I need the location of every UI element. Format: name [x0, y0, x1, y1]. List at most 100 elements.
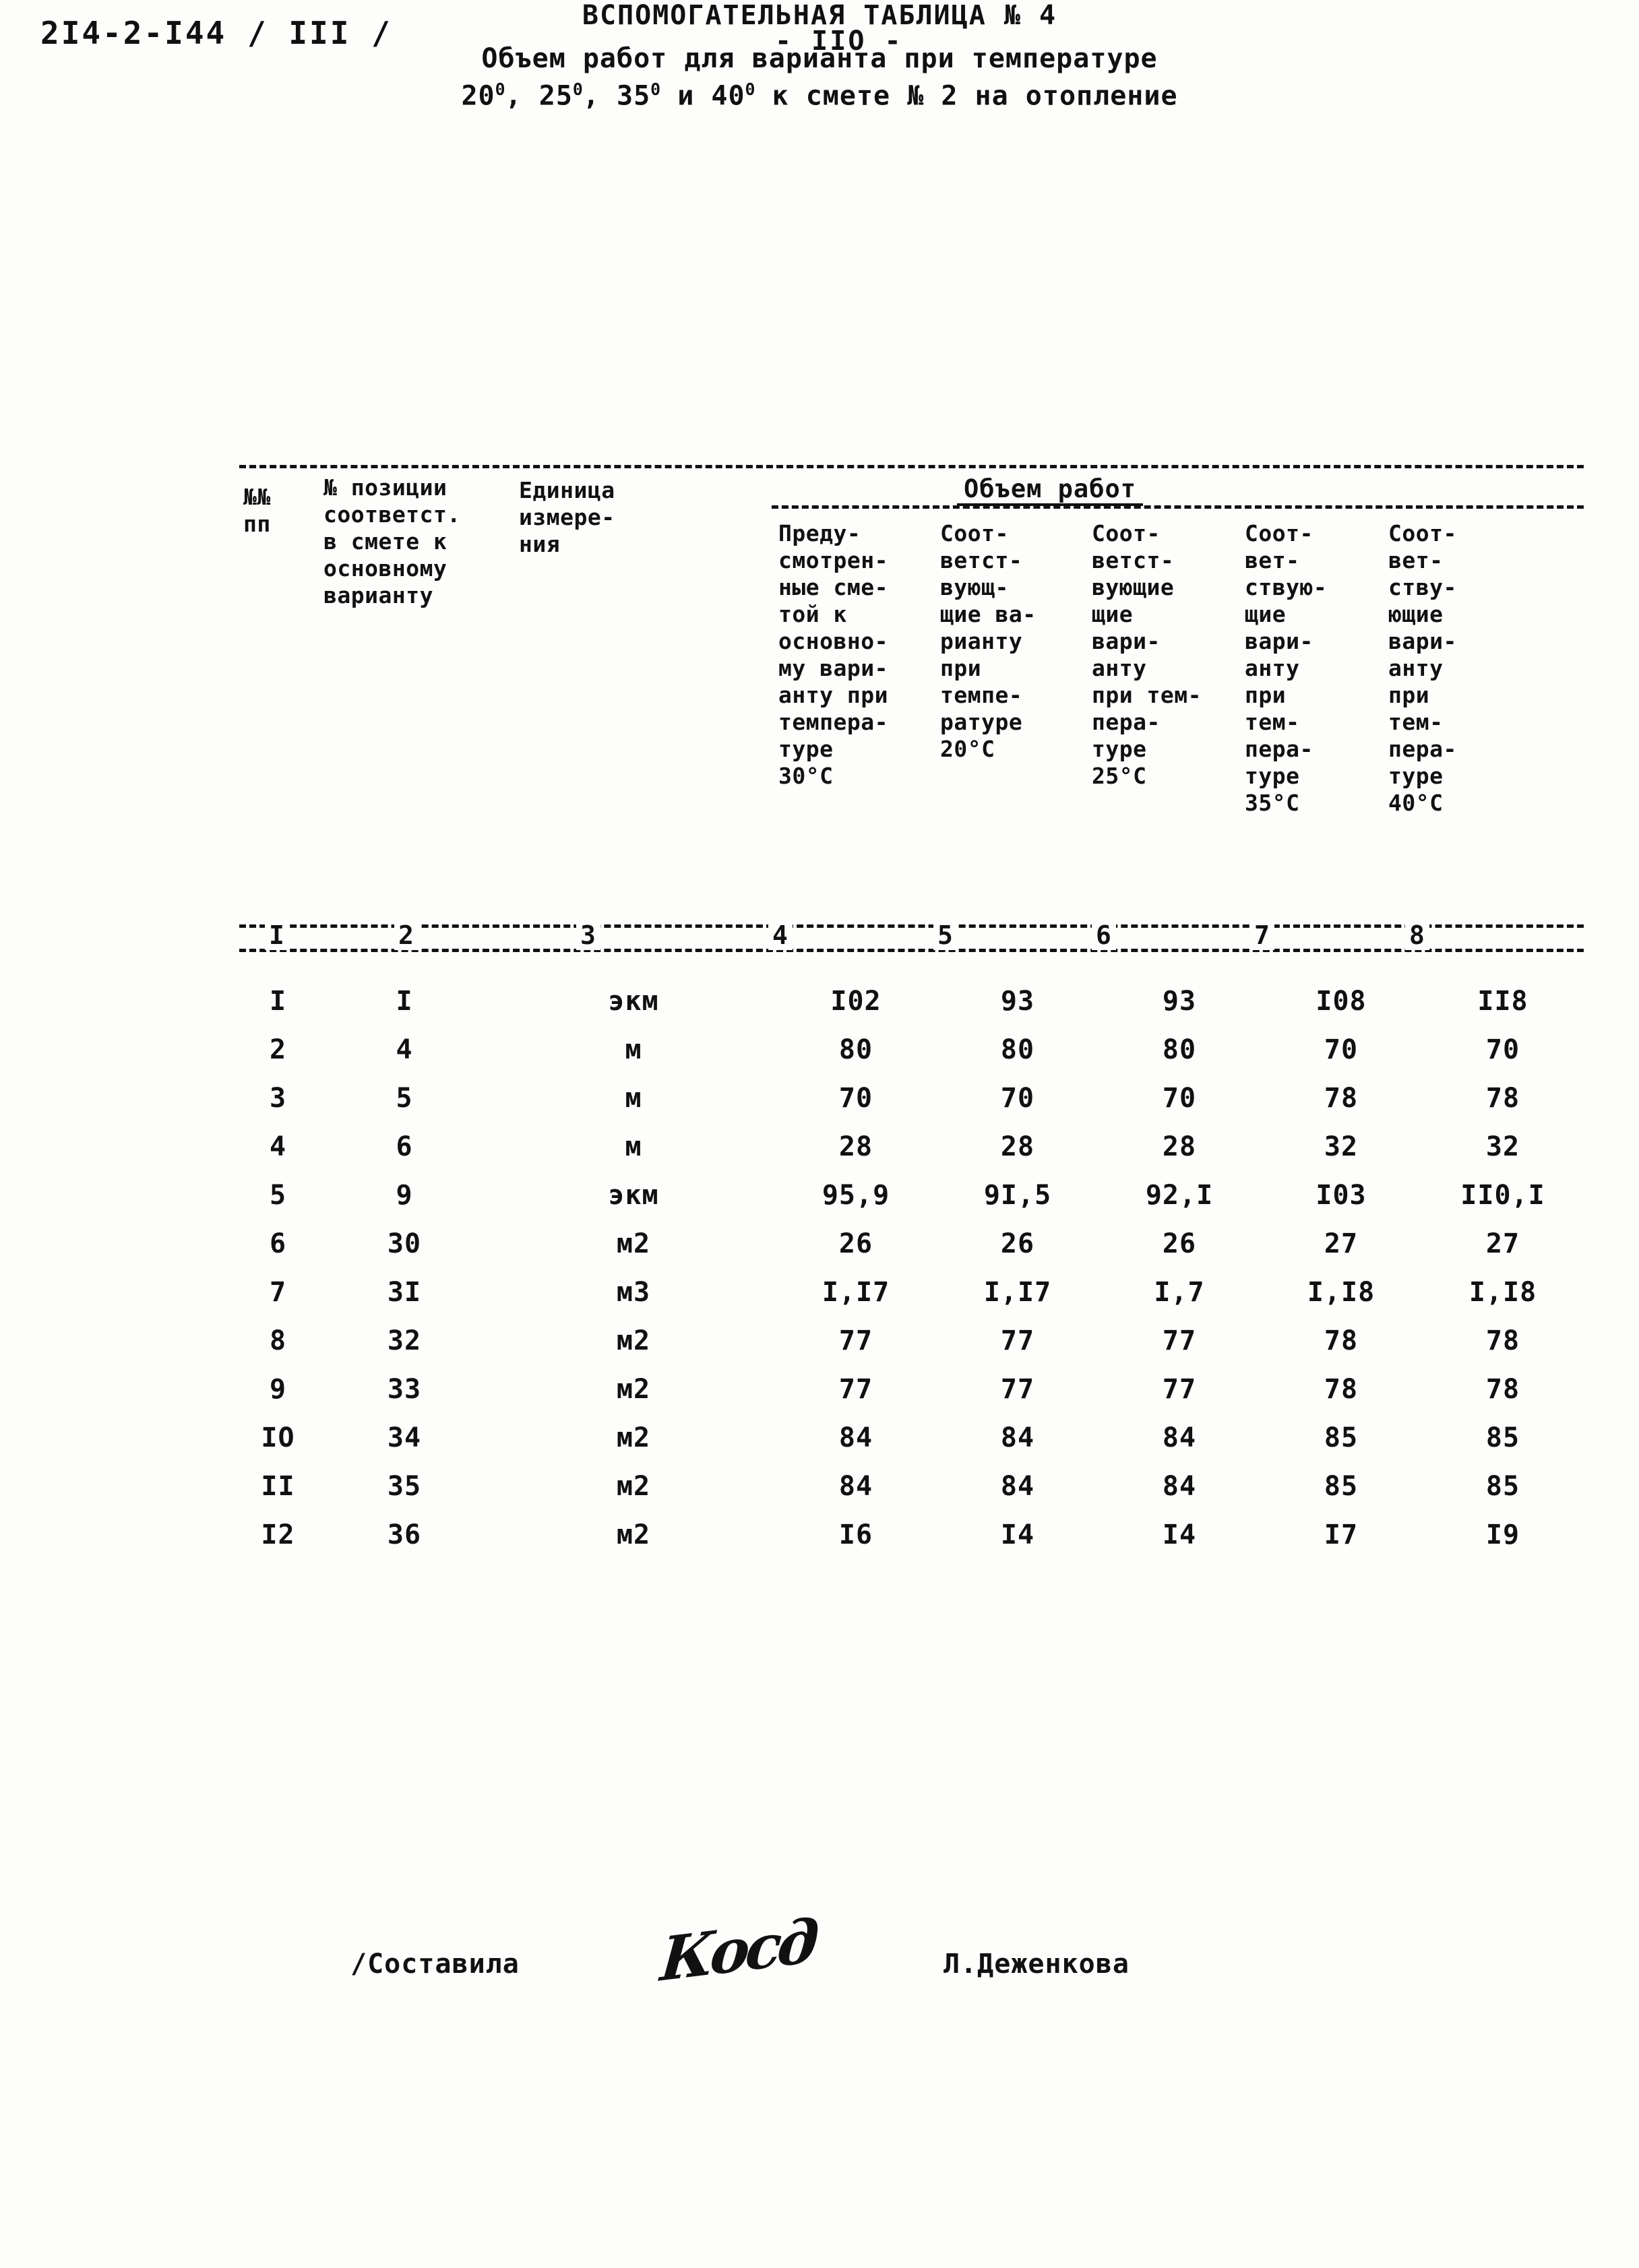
- volume-base-30c: 77: [838, 1325, 873, 1356]
- degree-sign-2: 0: [572, 80, 583, 99]
- footer-signature-block: /Составила Косд Л.Деженкова: [350, 1905, 1361, 2028]
- table-subtitle-line2: 200, 250, 350 и 400 к смете № 2 на отопл…: [0, 80, 1639, 111]
- volume-base-30c: I,I7: [822, 1277, 890, 1308]
- position-number: 9: [396, 1180, 413, 1211]
- volume-40c: 27: [1485, 1228, 1520, 1259]
- volume-35c: 78: [1324, 1325, 1359, 1356]
- volume-40c: II0,I: [1460, 1180, 1545, 1211]
- temp-40: и 40: [660, 80, 745, 112]
- volume-base-30c: 70: [838, 1083, 873, 1114]
- volume-20c: 26: [1000, 1228, 1035, 1259]
- row-number: 7: [269, 1277, 287, 1308]
- volume-20c: I4: [1000, 1519, 1035, 1550]
- position-number: I: [396, 986, 413, 1017]
- position-number: 5: [396, 1083, 413, 1114]
- column-header-variant-25c: Соот- ветст- вующие щие вари- анту при т…: [1092, 520, 1202, 789]
- position-number: 32: [387, 1325, 422, 1356]
- volume-25c: 84: [1162, 1422, 1197, 1453]
- row-number: 3: [269, 1083, 287, 1114]
- row-number: 6: [269, 1228, 287, 1259]
- table-row: 4 6 м 28 28 28 32 32: [239, 1123, 1584, 1171]
- estimate-ref: к смете № 2 на отопление: [755, 80, 1178, 112]
- volume-25c: 77: [1162, 1374, 1197, 1405]
- unit-of-measure: м2: [616, 1471, 651, 1502]
- row-number: 2: [269, 1034, 287, 1065]
- table-row: I Iэкм I02 93 93 I08 II8: [239, 977, 1584, 1026]
- position-number: 35: [387, 1471, 422, 1502]
- table-top-rule: [239, 465, 1584, 468]
- column-number-4: 4: [768, 920, 793, 950]
- volume-20c: 70: [1000, 1083, 1035, 1114]
- column-number-5: 5: [933, 920, 958, 950]
- scanned-document-page: 2I4-2-I44 / III / - IIO - ВСПОМОГАТЕЛЬНА…: [0, 0, 1639, 2268]
- volume-base-30c: 84: [838, 1471, 873, 1502]
- volume-base-30c: 80: [838, 1034, 873, 1065]
- position-number: 36: [387, 1519, 422, 1550]
- column-header-position: № позиции соответст. в смете к основному…: [323, 474, 461, 608]
- volume-base-30c: 26: [838, 1228, 873, 1259]
- position-number: 6: [396, 1131, 413, 1162]
- volume-20c: 84: [1000, 1471, 1035, 1502]
- row-number: I2: [261, 1519, 295, 1550]
- volume-base-30c: 95,9: [822, 1180, 890, 1211]
- position-number: 30: [387, 1228, 422, 1259]
- column-number-8: 8: [1405, 920, 1429, 950]
- document-code: 2I4-2-I44 / III /: [40, 15, 392, 51]
- column-number-1: I: [265, 920, 289, 950]
- volume-20c: 77: [1000, 1374, 1035, 1405]
- table-row: II 35 м2 84 84 84 85 85: [239, 1462, 1584, 1511]
- volume-40c: 32: [1485, 1131, 1520, 1162]
- row-number: 4: [269, 1131, 287, 1162]
- volume-25c: 70: [1162, 1083, 1197, 1114]
- table-row: 8 32 м2 77 77 77 78 78: [239, 1317, 1584, 1365]
- table-body: I Iэкм I02 93 93 I08 II8 2 4 м 80 80 80 70 70 3 5 м 70 70 70…: [239, 977, 1584, 1559]
- volume-40c: 85: [1485, 1471, 1520, 1502]
- row-number: IO: [261, 1422, 295, 1453]
- degree-sign-3: 0: [650, 80, 661, 99]
- unit-of-measure: м3: [616, 1277, 651, 1308]
- volume-40c: II8: [1477, 986, 1528, 1017]
- column-header-unit: Единица измере- ния: [519, 477, 615, 557]
- volume-25c: 84: [1162, 1471, 1197, 1502]
- volume-25c: 26: [1162, 1228, 1197, 1259]
- table-row: 5 9 экм 95,9 9I,5 92,I I03 II0,I: [239, 1171, 1584, 1220]
- page-number: - IIO -: [775, 26, 903, 57]
- volume-base-30c: I6: [838, 1519, 873, 1550]
- table-row: 9 33 м2 77 77 77 78 78: [239, 1365, 1584, 1414]
- unit-of-measure: м2: [616, 1325, 651, 1356]
- unit-of-measure: м2: [616, 1228, 651, 1259]
- volume-20c: 80: [1000, 1034, 1035, 1065]
- position-number: 3I: [387, 1277, 422, 1308]
- table-row: 6 30 м2 26 26 26 27 27: [239, 1220, 1584, 1268]
- temp-35: , 35: [582, 80, 651, 112]
- volume-40c: 85: [1485, 1422, 1520, 1453]
- volume-base-30c: I02: [830, 986, 882, 1017]
- group-header-objem-rabot: Объем работ: [957, 474, 1144, 506]
- column-number-rule-top: [239, 924, 1584, 928]
- volume-20c: 28: [1000, 1131, 1035, 1162]
- volume-base-30c: 77: [838, 1374, 873, 1405]
- volume-35c: 85: [1324, 1471, 1359, 1502]
- unit-of-measure: м2: [616, 1422, 651, 1453]
- volume-35c: 70: [1324, 1034, 1359, 1065]
- unit-of-measure: экм: [608, 986, 659, 1017]
- volume-25c: I,7: [1154, 1277, 1205, 1308]
- volume-35c: 27: [1324, 1228, 1359, 1259]
- table-row: 3 5 м 70 70 70 78 78: [239, 1074, 1584, 1123]
- volume-40c: I9: [1485, 1519, 1520, 1550]
- volume-35c: 32: [1324, 1131, 1359, 1162]
- compiler-name: Л.Деженкова: [944, 1949, 1130, 1980]
- volume-35c: 85: [1324, 1422, 1359, 1453]
- volume-20c: I,I7: [983, 1277, 1052, 1308]
- degree-sign-1: 0: [495, 80, 505, 99]
- volume-20c: 9I,5: [983, 1180, 1052, 1211]
- volume-40c: 70: [1485, 1034, 1520, 1065]
- table-row: 2 4 м 80 80 80 70 70: [239, 1026, 1584, 1074]
- handwritten-signature: Косд: [658, 1905, 818, 1995]
- column-number-3: 3: [576, 920, 600, 950]
- volume-25c: 80: [1162, 1034, 1197, 1065]
- volume-35c: I,I8: [1307, 1277, 1375, 1308]
- volume-35c: 78: [1324, 1374, 1359, 1405]
- unit-of-measure: м2: [616, 1374, 651, 1405]
- column-number-6: 6: [1092, 920, 1116, 950]
